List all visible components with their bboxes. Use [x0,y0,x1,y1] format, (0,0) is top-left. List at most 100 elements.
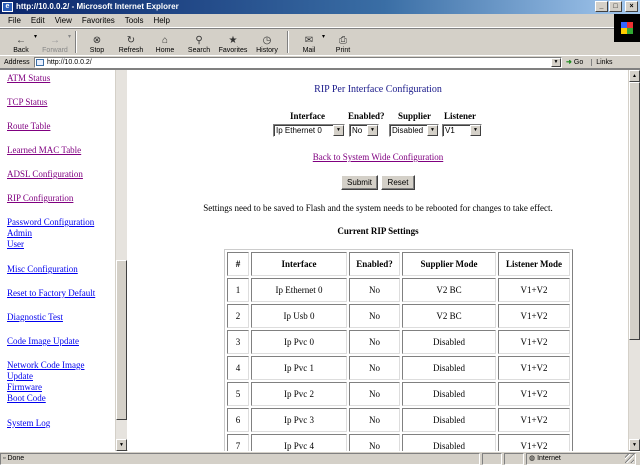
minimize-button[interactable]: _ [595,1,608,12]
address-input[interactable]: http://10.0.0.2/ ▼ [34,56,562,68]
supplier-select[interactable]: Disabled ▼ [389,124,439,137]
reboot-note: Settings need to be saved to Flash and t… [203,203,553,213]
stop-button[interactable]: ⊗ Stop [80,29,114,55]
menu-bar: File Edit View Favorites Tools Help [0,14,640,28]
nav-scroll-down-icon[interactable]: ▼ [116,439,127,451]
listener-header: Listener [444,111,476,121]
nav-link-user[interactable]: User [7,239,24,250]
menu-file[interactable]: File [8,16,21,25]
nav-link-system-log[interactable]: System Log [7,418,50,429]
nav-link-adsl-configuration[interactable]: ADSL Configuration [7,169,83,180]
close-button[interactable]: × [625,1,638,12]
forward-button[interactable]: → Forward ▾ [38,29,72,55]
row-number: 3 [227,330,249,354]
dropdown-arrow-icon[interactable]: ▾ [68,33,71,40]
nav-link-update[interactable]: Update [7,371,33,382]
maximize-button[interactable]: □ [609,1,622,12]
address-bar: Address http://10.0.0.2/ ▼ ➜ Go Links [0,55,640,69]
nav-link-code-image-update[interactable]: Code Image Update [7,336,79,347]
row-listener-mode: V1+V2 [498,382,570,406]
toolbar-label: Forward [42,47,68,54]
row-number: 6 [227,408,249,432]
reset-button[interactable]: Reset [381,175,415,190]
supplier-header: Supplier [398,111,432,121]
resize-grip-icon[interactable] [625,453,634,463]
menu-help[interactable]: Help [153,16,169,25]
chevron-down-icon: ▼ [470,125,481,136]
enabled-select[interactable]: No ▼ [349,124,379,137]
search-button[interactable]: ⚲ Search [182,29,216,55]
listener-select[interactable]: V1 ▼ [442,124,482,137]
toolbar-separator [287,31,289,53]
interface-select[interactable]: Ip Ethernet 0 ▼ [273,124,345,137]
nav-link-boot-code[interactable]: Boot Code [7,393,46,404]
go-label: Go [573,58,584,66]
print-button[interactable]: ⎙ Print [326,29,360,55]
mail-button[interactable]: ✉ Mail ▾ [292,29,326,55]
browser-window: e http://10.0.0.2/ - Microsoft Internet … [0,0,640,465]
go-button[interactable]: ➜ Go [566,58,584,67]
nav-link-atm-status[interactable]: ATM Status [7,73,50,84]
page-icon [36,58,44,66]
row-enabled: No [349,408,400,432]
status-blank-panel [482,452,502,465]
address-url: http://10.0.0.2/ [47,58,92,66]
row-supplier-mode: V2 BC [402,278,496,302]
nav-link-password-configuration[interactable]: Password Configuration [7,217,94,228]
main-scrollbar[interactable]: ▲ ▼ [628,70,640,451]
dropdown-arrow-icon[interactable]: ▾ [34,33,37,40]
home-icon: ⌂ [161,35,169,46]
dropdown-arrow-icon[interactable]: ▾ [322,33,325,40]
main-frame: RIP Per Interface Configuration Interfac… [128,70,628,451]
nav-link-reset-to-factory-default[interactable]: Reset to Factory Default [7,288,95,299]
back-to-system-link[interactable]: Back to System Wide Configuration [128,152,628,162]
history-button[interactable]: ◷ History [250,29,284,55]
page-title: RIP Per Interface Configuration [314,84,442,95]
menu-favorites[interactable]: Favorites [82,16,115,25]
interface-header: Interface [290,111,325,121]
menu-edit[interactable]: Edit [31,16,45,25]
nav-scrollbar[interactable]: ▼ [115,70,127,451]
home-button[interactable]: ⌂ Home [148,29,182,55]
nav-link-learned-mac-table[interactable]: Learned MAC Table [7,145,81,156]
col-listener-mode: Listener Mode [498,252,570,276]
listener-select-value: V1 [445,126,455,135]
refresh-button[interactable]: ↻ Refresh [114,29,148,55]
nav-link-firmware[interactable]: Firmware [7,382,42,393]
back-button[interactable]: ← Back ▾ [4,29,38,55]
menu-tools[interactable]: Tools [125,16,144,25]
main-scroll-down-icon[interactable]: ▼ [629,439,640,451]
nav-link-misc-configuration[interactable]: Misc Configuration [7,264,78,275]
address-dropdown-icon[interactable]: ▼ [551,57,561,67]
links-button[interactable]: Links [591,58,613,66]
row-interface: Ip Ethernet 0 [251,278,347,302]
submit-button[interactable]: Submit [341,175,378,190]
table-header-row: # Interface Enabled? Supplier Mode Liste… [227,252,570,276]
table-row: 2 Ip Usb 0 No V2 BC V1+V2 [227,304,570,328]
row-interface: Ip Pvc 0 [251,330,347,354]
row-listener-mode: V1+V2 [498,304,570,328]
row-enabled: No [349,304,400,328]
nav-scroll-thumb[interactable] [116,260,127,420]
main-scroll-thumb[interactable] [629,82,640,340]
row-supplier-mode: Disabled [402,382,496,406]
nav-link-rip-configuration[interactable]: RIP Configuration [7,193,73,204]
row-supplier-mode: Disabled [402,408,496,432]
nav-link-network-code-image[interactable]: Network Code Image [7,360,84,371]
col-interface: Interface [251,252,347,276]
history-icon: ◷ [262,35,272,46]
refresh-icon: ↻ [126,35,136,46]
row-listener-mode: V1+V2 [498,330,570,354]
row-listener-mode: V1+V2 [498,408,570,432]
nav-link-tcp-status[interactable]: TCP Status [7,97,47,108]
window-title: http://10.0.0.2/ - Microsoft Internet Ex… [16,2,179,11]
nav-link-admin[interactable]: Admin [7,228,32,239]
nav-link-route-table[interactable]: Route Table [7,121,50,132]
chevron-down-icon: ▼ [333,125,344,136]
main-scroll-up-icon[interactable]: ▲ [629,70,640,82]
row-number: 7 [227,434,249,451]
favorites-button[interactable]: ★ Favorites [216,29,250,55]
nav-link-diagnostic-test[interactable]: Diagnostic Test [7,312,63,323]
menu-view[interactable]: View [55,16,72,25]
enabled-select-value: No [352,126,363,135]
